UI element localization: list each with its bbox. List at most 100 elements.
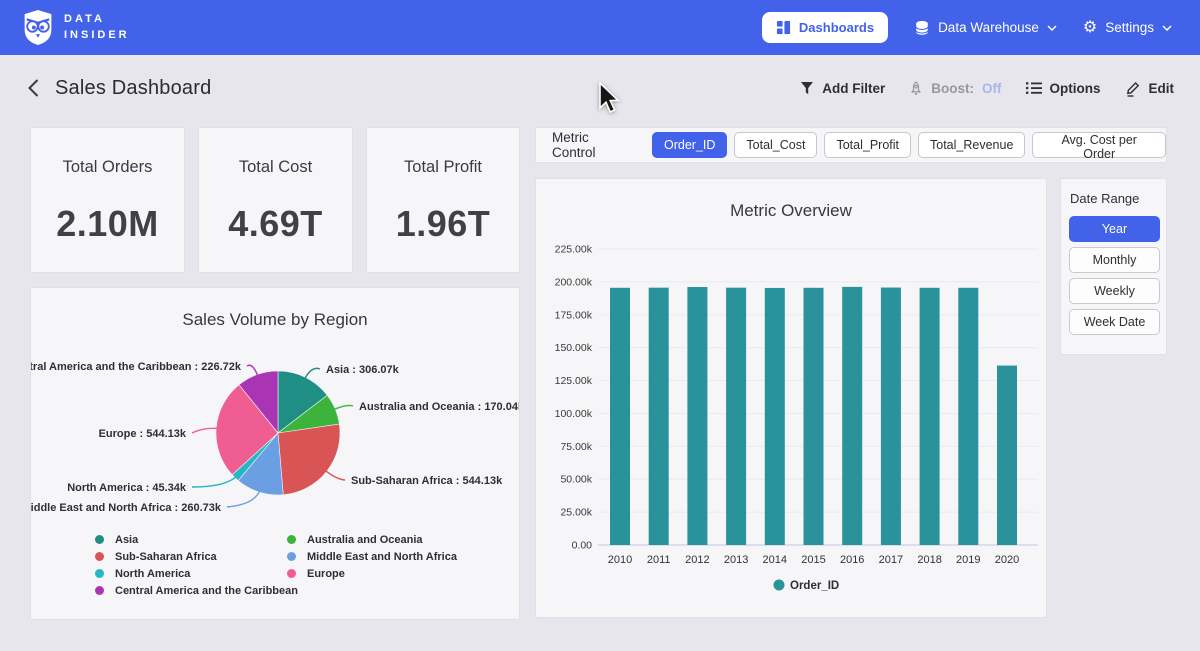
bar[interactable] [687, 287, 707, 545]
bar-legend-dot [774, 580, 785, 591]
topbar: DATA INSIDER Dashboards Data Warehouse [0, 0, 1200, 55]
bar-chart: 0.0025.00k50.00k75.00k100.00k125.00k150.… [536, 179, 1046, 617]
kpi-value: 1.96T [396, 203, 491, 245]
metric-chip-total-profit[interactable]: Total_Profit [824, 132, 911, 158]
metric-chip-order-id[interactable]: Order_ID [652, 132, 727, 158]
x-tick-label: 2019 [956, 554, 980, 566]
chevron-down-icon [1047, 25, 1057, 31]
boost-toggle[interactable]: Boost: Off [909, 81, 1001, 96]
legend-item[interactable]: Middle East and North Africa [287, 548, 457, 565]
legend-label: Europe [307, 568, 345, 580]
pie-slice-label: Central America and the Caribbean : 226.… [31, 361, 242, 373]
y-tick-label: 100.00k [555, 408, 593, 420]
y-tick-label: 0.00 [572, 540, 593, 552]
y-tick-label: 50.00k [560, 474, 592, 486]
y-tick-label: 175.00k [555, 309, 593, 321]
x-tick-label: 2014 [763, 554, 787, 566]
chevron-down-icon [1162, 25, 1172, 31]
metric-control-label: Metric Control [552, 130, 635, 160]
dashboard-grid-icon [776, 20, 791, 35]
pie-slice-label: Sub-Saharan Africa : 544.13k [351, 475, 503, 487]
y-tick-label: 150.00k [555, 342, 593, 354]
legend-item[interactable]: Australia and Oceania [287, 531, 457, 548]
x-tick-label: 2016 [840, 554, 864, 566]
x-tick-label: 2012 [685, 554, 709, 566]
legend-item[interactable]: North America [95, 565, 298, 582]
chevron-left-icon [28, 79, 39, 97]
legend-item[interactable]: Sub-Saharan Africa [95, 548, 298, 565]
pie-label-line [324, 470, 345, 480]
metric-chip-avg-cost[interactable]: Avg. Cost per Order [1032, 132, 1166, 158]
y-tick-label: 25.00k [560, 507, 592, 519]
gear-icon: ⚙ [1083, 20, 1097, 36]
legend-item[interactable]: Asia [95, 531, 298, 548]
legend-dot [287, 535, 296, 544]
pie-chart-card: Sales Volume by Region Asia : 306.07kAus… [30, 287, 520, 620]
pie-chart-title: Sales Volume by Region [31, 310, 519, 330]
kpi-total-profit: Total Profit 1.96T [366, 127, 520, 273]
bar-legend-label[interactable]: Order_ID [790, 580, 839, 592]
x-tick-label: 2018 [917, 554, 941, 566]
nav-settings[interactable]: ⚙ Settings [1083, 20, 1172, 36]
kpi-total-orders: Total Orders 2.10M [30, 127, 185, 273]
bar[interactable] [765, 288, 785, 545]
options-button[interactable]: Options [1026, 81, 1101, 96]
bar[interactable] [726, 288, 746, 545]
metric-chip-total-revenue[interactable]: Total_Revenue [918, 132, 1025, 158]
pie-slice[interactable] [278, 424, 340, 495]
date-range-weekly-button[interactable]: Weekly [1069, 278, 1160, 304]
pie-slice-label: Asia : 306.07k [326, 364, 400, 376]
database-icon [914, 20, 930, 36]
date-range-year-button[interactable]: Year [1069, 216, 1160, 242]
edit-button[interactable]: Edit [1125, 80, 1175, 97]
bar[interactable] [649, 288, 669, 545]
legend-label: Middle East and North Africa [307, 551, 457, 563]
legend-item[interactable]: Central America and the Caribbean [95, 582, 298, 599]
pie-chart: Asia : 306.07kAustralia and Oceania : 17… [31, 333, 519, 531]
legend-dot [95, 586, 104, 595]
owl-logo-icon [22, 9, 54, 46]
bar[interactable] [958, 288, 978, 545]
bar[interactable] [804, 288, 824, 545]
brand-name: DATA INSIDER [64, 12, 130, 44]
date-range-monthly-button[interactable]: Monthly [1069, 247, 1160, 273]
brand: DATA INSIDER [22, 9, 130, 46]
legend-dot [287, 552, 296, 561]
nav-dashboards-button[interactable]: Dashboards [762, 12, 888, 43]
bar-chart-title: Metric Overview [536, 201, 1046, 221]
date-range-label: Date Range [1070, 191, 1158, 206]
y-tick-label: 75.00k [560, 441, 592, 453]
kpi-total-cost: Total Cost 4.69T [198, 127, 353, 273]
bar[interactable] [997, 366, 1017, 545]
kpi-label: Total Orders [63, 158, 153, 177]
y-tick-label: 200.00k [555, 276, 593, 288]
pie-slice-label: North America : 45.34k [67, 482, 187, 494]
bar[interactable] [881, 288, 901, 545]
bar[interactable] [920, 288, 940, 545]
kpi-value: 4.69T [228, 203, 323, 245]
page-header: Sales Dashboard Add Filter Boost: Off Op… [0, 55, 1200, 121]
legend-label: Australia and Oceania [307, 534, 423, 546]
pie-label-line [227, 489, 260, 507]
kpi-label: Total Profit [404, 158, 482, 177]
bar[interactable] [610, 288, 630, 545]
add-filter-button[interactable]: Add Filter [800, 81, 885, 96]
kpi-value: 2.10M [56, 203, 159, 245]
metric-chip-total-cost[interactable]: Total_Cost [734, 132, 817, 158]
legend-item[interactable]: Europe [287, 565, 457, 582]
legend-dot [95, 569, 104, 578]
legend-label: Sub-Saharan Africa [115, 551, 217, 563]
pie-label-line [192, 428, 219, 433]
bar[interactable] [842, 287, 862, 545]
back-button[interactable] [28, 79, 39, 97]
date-range-week-date-button[interactable]: Week Date [1069, 309, 1160, 335]
pie-slice-label: Europe : 544.13k [99, 428, 187, 440]
legend-label: North America [115, 568, 190, 580]
nav-data-warehouse[interactable]: Data Warehouse [914, 20, 1057, 36]
rocket-icon [909, 81, 923, 95]
metric-control-bar: Metric Control Order_ID Total_Cost Total… [535, 127, 1167, 163]
x-tick-label: 2013 [724, 554, 748, 566]
date-range-panel: Date Range Year Monthly Weekly Week Date [1060, 178, 1167, 355]
pie-slice-label: Middle East and North Africa : 260.73k [31, 502, 222, 514]
legend-label: Central America and the Caribbean [115, 585, 298, 597]
